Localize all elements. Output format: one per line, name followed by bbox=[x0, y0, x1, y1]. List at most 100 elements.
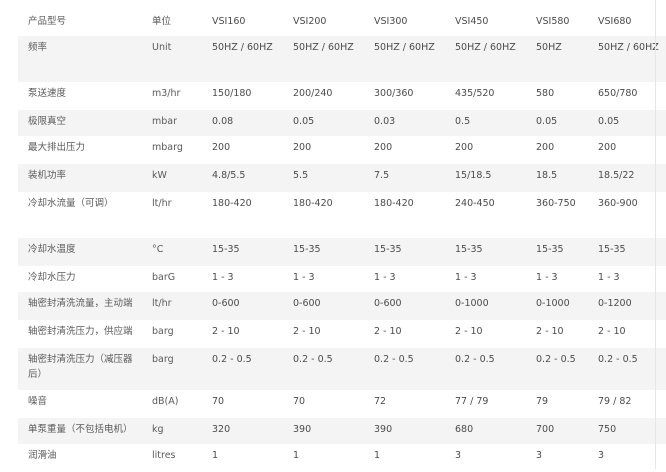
value-cell: 320 bbox=[206, 418, 287, 444]
parameter-cell: 润滑油 bbox=[28, 450, 57, 461]
value-cell: 2 - 10 bbox=[536, 326, 564, 337]
unit-cell: barG bbox=[152, 272, 176, 283]
value-cell: 50HZ / 60HZ bbox=[449, 36, 530, 82]
unit-cell: lt/hr bbox=[146, 292, 206, 320]
value-cell: 0.2 - 0.5 bbox=[368, 348, 449, 390]
value-cell: 70 bbox=[212, 396, 225, 407]
parameter-cell: 极限真空 bbox=[18, 110, 146, 136]
value-cell: 1 - 3 bbox=[536, 272, 558, 283]
value-cell: 2 - 10 bbox=[212, 326, 240, 337]
value-cell: 0-1000 bbox=[449, 292, 530, 320]
unit-cell: Unit bbox=[146, 36, 206, 82]
value-cell: 240-450 bbox=[455, 198, 495, 209]
value-cell: 0-600 bbox=[287, 292, 368, 320]
header-cell: VSI300 bbox=[374, 16, 408, 27]
spec-table-body: 产品型号 单位 VSI160 VSI200 VSI300 VSI450 VSI580 VSI6… bbox=[18, 10, 666, 472]
value-cell: 15-35 bbox=[287, 238, 368, 266]
table-row: 最大排出压力 mbarg 200 200 200 200 200 200 bbox=[18, 136, 666, 164]
table-row: 轴密封清洗流量，主动端 lt/hr 0-600 0-600 0-600 0-1000 0-1… bbox=[18, 292, 666, 320]
unit-cell: litres bbox=[152, 450, 176, 461]
table-row: 冷却水温度 °C 15-35 15-35 15-35 15-35 15-35 15-35 bbox=[18, 238, 666, 266]
value-cell: 390 bbox=[287, 418, 368, 444]
value-cell: 15-35 bbox=[449, 238, 530, 266]
table-row: 冷却水流量（可调） lt/hr 180-420 180-420 180-420 240-4… bbox=[18, 192, 666, 238]
value-cell: 0.05 bbox=[530, 110, 592, 136]
value-cell: 0.03 bbox=[368, 110, 449, 136]
parameter-cell: 轴密封清洗压力（减压器后） bbox=[18, 348, 146, 390]
value-cell: 0.05 bbox=[287, 110, 368, 136]
value-cell: 2 - 10 bbox=[455, 326, 483, 337]
value-cell: 70 bbox=[293, 396, 306, 407]
value-cell: 4.8/5.5 bbox=[206, 164, 287, 192]
parameter-cell: 装机功率 bbox=[18, 164, 146, 192]
value-cell: 2 - 10 bbox=[293, 326, 321, 337]
value-cell: 5.5 bbox=[287, 164, 368, 192]
spec-sheet: 产品型号 单位 VSI160 VSI200 VSI300 VSI450 VSI580 VSI6… bbox=[0, 0, 666, 469]
value-cell: 200 bbox=[212, 142, 231, 153]
unit-cell: dB(A) bbox=[152, 396, 179, 407]
table-row: 噪音 dB(A) 70 70 72 77 / 79 79 79 / 82 bbox=[18, 390, 666, 418]
value-cell: 300/360 bbox=[374, 88, 414, 99]
value-cell: 50HZ / 60HZ bbox=[206, 36, 287, 82]
unit-cell: kg bbox=[146, 418, 206, 444]
value-cell: 1 - 3 bbox=[293, 272, 315, 283]
table-row: 单泵重量（不包括电机） kg 320 390 390 680 700 750 bbox=[18, 418, 666, 444]
value-cell: 200 bbox=[374, 142, 393, 153]
value-cell: 580 bbox=[536, 88, 555, 99]
value-cell: 15-35 bbox=[206, 238, 287, 266]
value-cell: 200 bbox=[536, 142, 555, 153]
unit-cell: barg bbox=[152, 326, 174, 337]
value-cell: 0-600 bbox=[368, 292, 449, 320]
unit-cell: mbar bbox=[146, 110, 206, 136]
unit-cell: lt/hr bbox=[152, 198, 172, 209]
value-cell: 15/18.5 bbox=[449, 164, 530, 192]
table-row: 轴密封清洗压力（减压器后） barg 0.2 - 0.5 0.2 - 0.5 0.2 -… bbox=[18, 348, 666, 390]
parameter-cell: 轴密封清洗流量，主动端 bbox=[18, 292, 146, 320]
value-cell: 50HZ / 60HZ bbox=[287, 36, 368, 82]
value-cell: 7.5 bbox=[368, 164, 449, 192]
value-cell: 200 bbox=[455, 142, 474, 153]
value-cell: 50HZ / 60HZ bbox=[368, 36, 449, 82]
value-cell: 0.2 - 0.5 bbox=[530, 348, 592, 390]
header-cell: VSI200 bbox=[293, 16, 327, 27]
value-cell: 0.5 bbox=[449, 110, 530, 136]
value-cell: 180-420 bbox=[293, 198, 333, 209]
parameter-cell: 轴密封清洗压力，供应端 bbox=[28, 326, 133, 337]
table-row: 频率 Unit 50HZ / 60HZ 50HZ / 60HZ 50HZ / 60HZ 5… bbox=[18, 36, 666, 82]
unit-cell: m3/hr bbox=[152, 88, 181, 99]
value-cell: 1 bbox=[212, 450, 219, 461]
value-cell: 0.2 - 0.5 bbox=[206, 348, 287, 390]
parameter-cell: 冷却水流量（可调） bbox=[28, 198, 114, 209]
header-cell: VSI160 bbox=[212, 16, 246, 27]
value-cell: 150/180 bbox=[212, 88, 252, 99]
value-cell: 72 bbox=[374, 396, 387, 407]
parameter-cell: 最大排出压力 bbox=[28, 142, 86, 153]
value-cell: 390 bbox=[368, 418, 449, 444]
header-cell: 产品型号 bbox=[28, 16, 67, 27]
parameter-cell: 冷却水温度 bbox=[18, 238, 146, 266]
value-cell: 3 bbox=[455, 450, 462, 461]
value-cell: 1 - 3 bbox=[212, 272, 234, 283]
table-row: 泵送速度 m3/hr 150/180 200/240 300/360 435/520 580… bbox=[18, 82, 666, 110]
unit-cell: °C bbox=[146, 238, 206, 266]
table-row: 润滑油 litres 1 1 1 3 3 3 bbox=[18, 444, 666, 472]
value-cell: 0.2 - 0.5 bbox=[287, 348, 368, 390]
table-row: 冷却水压力 barG 1 - 31 - 31 - 31 - 31 - 31 - 3 bbox=[18, 266, 666, 292]
value-cell: 435/520 bbox=[455, 88, 495, 99]
value-cell: 700 bbox=[530, 418, 592, 444]
value-cell: 680 bbox=[449, 418, 530, 444]
value-cell: 1 bbox=[293, 450, 300, 461]
table-header-row: 产品型号 单位 VSI160 VSI200 VSI300 VSI450 VSI580 VSI6… bbox=[18, 10, 666, 36]
value-cell: 77 / 79 bbox=[455, 396, 489, 407]
value-cell: 0-600 bbox=[206, 292, 287, 320]
value-cell: 0.08 bbox=[206, 110, 287, 136]
table-row: 装机功率 kW 4.8/5.5 5.5 7.5 15/18.5 18.5 18.5/22 bbox=[18, 164, 666, 192]
spec-table: 产品型号 单位 VSI160 VSI200 VSI300 VSI450 VSI580 VSI6… bbox=[18, 10, 666, 472]
unit-cell: kW bbox=[146, 164, 206, 192]
table-row: 轴密封清洗压力，供应端 barg 2 - 10 2 - 10 2 - 10 2 - 10 2… bbox=[18, 320, 666, 348]
header-cell: VSI580 bbox=[536, 16, 570, 27]
value-cell: 0.2 - 0.5 bbox=[449, 348, 530, 390]
value-cell: 2 - 10 bbox=[374, 326, 402, 337]
value-cell: 1 - 3 bbox=[455, 272, 477, 283]
value-cell: 200/240 bbox=[293, 88, 333, 99]
